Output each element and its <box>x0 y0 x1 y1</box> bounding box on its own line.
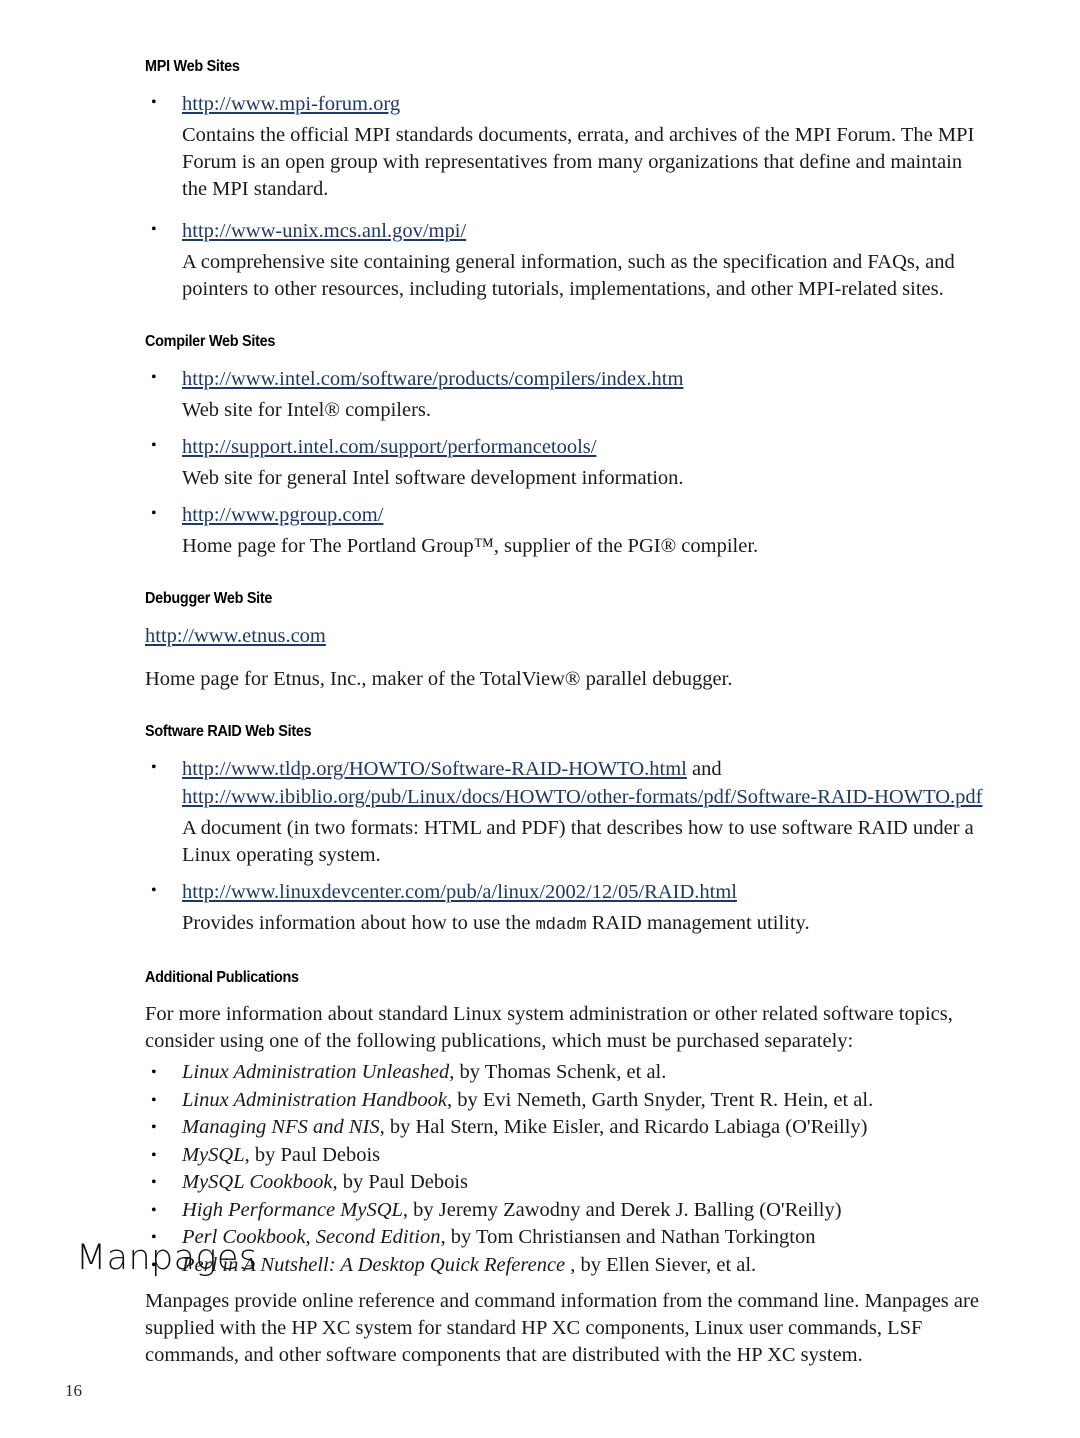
list-item: Linux Administration Handbook, by Evi Ne… <box>145 1087 987 1115</box>
link-ibiblio-raid-howto-pdf[interactable]: http://www.ibiblio.org/pub/Linux/docs/HO… <box>182 786 983 808</box>
link-tldp-raid-howto[interactable]: http://www.tldp.org/HOWTO/Software-RAID-… <box>182 758 687 780</box>
section-heading-software-raid-web-sites: Software RAID Web Sites <box>145 723 312 740</box>
document-page: MPI Web Sites http://www.mpi-forum.org C… <box>0 0 1080 1438</box>
description-pre: Provides information about how to use th… <box>182 912 536 934</box>
section-heading-mpi-web-sites: MPI Web Sites <box>145 58 240 75</box>
list-item: http://support.intel.com/support/perform… <box>145 432 987 492</box>
link-linuxdevcenter-raid[interactable]: http://www.linuxdevcenter.com/pub/a/linu… <box>182 881 737 903</box>
link-description: Provides information about how to use th… <box>182 910 987 939</box>
chapter-body-manpages: Manpages provide online reference and co… <box>145 1290 979 1366</box>
software-raid-list: http://www.tldp.org/HOWTO/Software-RAID-… <box>145 754 987 939</box>
list-item: http://www.mpi-forum.org Contains the of… <box>145 89 987 203</box>
publication-title: High Performance MySQL <box>182 1198 403 1221</box>
section-heading-debugger-web-site: Debugger Web Site <box>145 590 273 607</box>
publication-author: , by Paul Debois <box>332 1171 469 1193</box>
link-description: Home page for The Portland Group™, suppl… <box>182 535 759 557</box>
mpi-web-sites-list: http://www.mpi-forum.org Contains the of… <box>145 89 987 303</box>
debugger-link-row: http://www.etnus.com <box>145 622 987 650</box>
chapter-heading-manpages: Manpages <box>76 1238 258 1278</box>
list-item: High Performance MySQL, by Jeremy Zawodn… <box>145 1197 987 1225</box>
page-number: 16 <box>65 1381 82 1400</box>
debugger-description: Home page for Etnus, Inc., maker of the … <box>145 668 733 690</box>
publications-list: Linux Administration Unleashed, by Thoma… <box>145 1059 987 1279</box>
publication-author: , by Paul Debois <box>244 1143 381 1166</box>
publication-author: , by Evi Nemeth, Garth Snyder, Trent R. … <box>447 1088 874 1111</box>
publication-title: MySQL Cookbook <box>182 1171 333 1193</box>
compiler-web-sites-list: http://www.intel.com/software/products/c… <box>145 364 987 560</box>
list-item: MySQL Cookbook, by Paul Debois <box>145 1169 987 1197</box>
page-content: MPI Web Sites http://www.mpi-forum.org C… <box>145 58 987 1279</box>
link-mpi-forum[interactable]: http://www.mpi-forum.org <box>182 93 400 115</box>
command-mdadm: mdadm <box>535 916 587 935</box>
link-description: A comprehensive site containing general … <box>182 251 955 300</box>
link-description: Web site for Intel® compilers. <box>182 399 432 421</box>
link-intel-compilers[interactable]: http://www.intel.com/software/products/c… <box>182 368 683 390</box>
link-description: A document (in two formats: HTML and PDF… <box>182 817 974 866</box>
publication-author: , by Jeremy Zawodny and Derek J. Balling… <box>402 1198 842 1221</box>
list-item: http://www.intel.com/software/products/c… <box>145 364 987 424</box>
list-item: Managing NFS and NIS, by Hal Stern, Mike… <box>145 1114 987 1142</box>
link-anl-mpi[interactable]: http://www-unix.mcs.anl.gov/mpi/ <box>182 220 466 242</box>
publication-author: , by Tom Christiansen and Nathan Torking… <box>440 1226 816 1248</box>
section-heading-compiler-web-sites: Compiler Web Sites <box>145 333 276 350</box>
link-pgroup[interactable]: http://www.pgroup.com/ <box>182 504 383 526</box>
list-item: Perl in A Nutshell: A Desktop Quick Refe… <box>145 1252 987 1280</box>
list-item: http://www.tldp.org/HOWTO/Software-RAID-… <box>145 754 987 869</box>
publication-title: MySQL <box>182 1143 245 1166</box>
list-item: Linux Administration Unleashed, by Thoma… <box>145 1059 987 1087</box>
link-description: Web site for general Intel software deve… <box>182 467 684 489</box>
link-etnus[interactable]: http://www.etnus.com <box>145 625 326 647</box>
publication-author: , by Thomas Schenk, et al. <box>449 1061 667 1083</box>
publication-title: Linux Administration Unleashed <box>182 1061 450 1083</box>
publication-author: , by Hal Stern, Mike Eisler, and Ricardo… <box>379 1116 868 1138</box>
list-item: http://www-unix.mcs.anl.gov/mpi/ A compr… <box>145 216 987 303</box>
description-post: RAID management utility. <box>586 912 810 934</box>
section-heading-additional-publications: Additional Publications <box>145 969 299 986</box>
publication-author: , by Ellen Siever, et al. <box>570 1253 757 1276</box>
link-intel-performancetools[interactable]: http://support.intel.com/support/perform… <box>182 436 596 458</box>
publications-intro: For more information about standard Linu… <box>145 1003 953 1052</box>
publication-title: Linux Administration Handbook <box>182 1088 447 1111</box>
publication-title: Managing NFS and NIS <box>182 1116 380 1138</box>
list-item: MySQL, by Paul Debois <box>145 1142 987 1170</box>
conjunction-and: and <box>686 758 722 780</box>
link-description: Contains the official MPI standards docu… <box>182 124 975 200</box>
list-item: http://www.linuxdevcenter.com/pub/a/linu… <box>145 877 987 939</box>
list-item: Perl Cookbook, Second Edition, by Tom Ch… <box>145 1224 987 1252</box>
list-item: http://www.pgroup.com/ Home page for The… <box>145 500 987 560</box>
